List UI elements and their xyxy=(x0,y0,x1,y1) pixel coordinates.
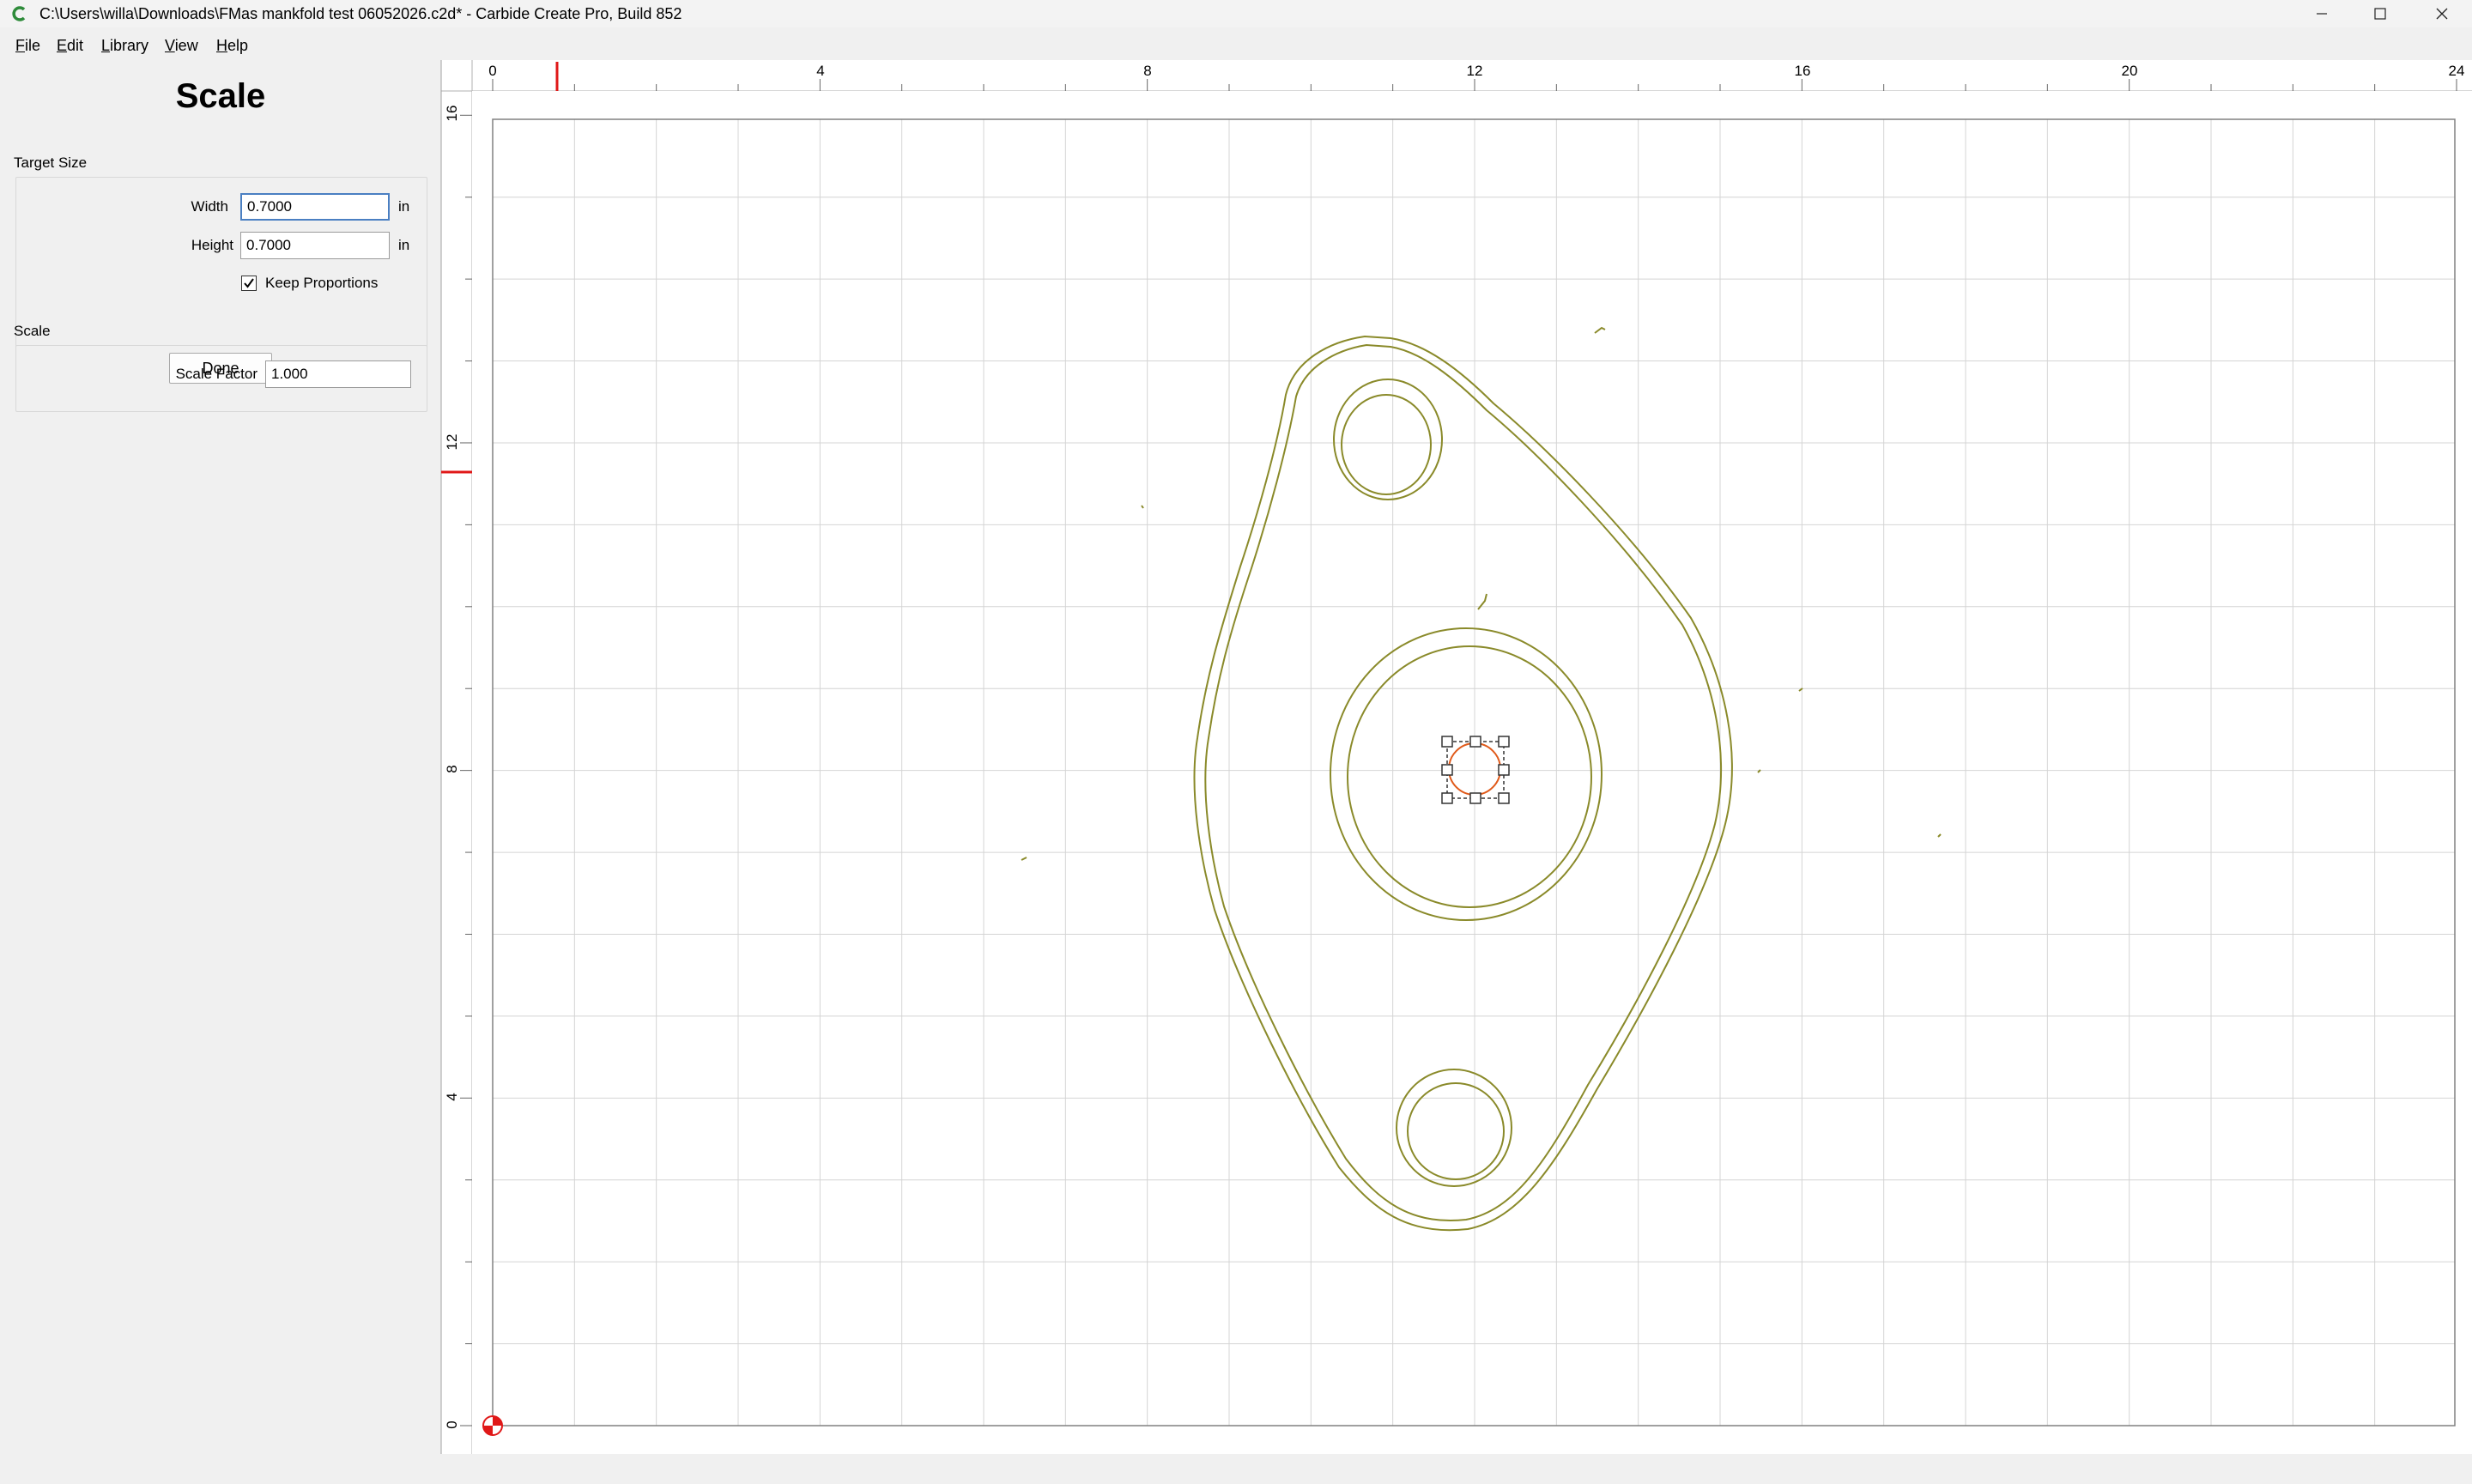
top-ruler-label: 12 xyxy=(1467,63,1483,79)
window-title: C:\Users\willa\Downloads\FMas mankfold t… xyxy=(39,5,682,22)
minimize-icon xyxy=(2317,13,2327,15)
width-input[interactable] xyxy=(240,193,390,221)
scale-factor-input[interactable] xyxy=(265,360,411,388)
title-bar: C:\Users\willa\Downloads\FMas mankfold t… xyxy=(0,0,2472,27)
resize-handle[interactable] xyxy=(1469,792,1481,804)
origin-marker-icon xyxy=(482,1415,503,1436)
left-ruler-label: 0 xyxy=(444,1420,460,1428)
resize-handle[interactable] xyxy=(1498,736,1510,748)
width-label: Width xyxy=(191,198,228,215)
top-ruler-label: 16 xyxy=(1795,63,1811,79)
resize-handle[interactable] xyxy=(1498,792,1510,804)
minimize-button[interactable] xyxy=(2293,0,2350,27)
close-button[interactable] xyxy=(2414,0,2470,27)
close-icon xyxy=(2436,8,2448,20)
height-unit: in xyxy=(398,237,410,253)
status-strip xyxy=(441,1454,2472,1484)
menu-view[interactable]: View xyxy=(161,33,202,58)
maximize-icon xyxy=(2374,8,2386,20)
menu-bar: File Edit Library View Help xyxy=(0,33,429,58)
left-ruler-label: 8 xyxy=(444,765,460,772)
menu-help[interactable]: Help xyxy=(213,33,251,58)
resize-handle[interactable] xyxy=(1441,736,1453,748)
height-label: Height xyxy=(191,237,233,253)
resize-handle[interactable] xyxy=(1441,792,1453,804)
carbide-create-app-icon xyxy=(12,6,26,21)
keep-proportions-label[interactable]: Keep Proportions xyxy=(265,275,378,292)
menu-file[interactable]: File xyxy=(12,33,44,58)
scale-panel: Scale Target Size Scale xyxy=(0,60,441,1484)
menu-library[interactable]: Library xyxy=(98,33,152,58)
scale-factor-label: Scale Factor xyxy=(175,366,258,382)
checkmark-icon xyxy=(244,278,254,288)
top-ruler xyxy=(441,60,2472,91)
target-size-label: Target Size xyxy=(14,154,88,171)
left-ruler-label: 4 xyxy=(444,1093,460,1100)
keep-proportions-checkbox[interactable] xyxy=(241,276,257,291)
top-ruler-label: 4 xyxy=(816,63,824,79)
menu-edit[interactable]: Edit xyxy=(53,33,87,58)
top-ruler-label: 24 xyxy=(2449,63,2465,79)
panel-title: Scale xyxy=(175,77,266,115)
top-ruler-label: 20 xyxy=(2122,63,2138,79)
resize-handle[interactable] xyxy=(1498,764,1510,776)
left-ruler xyxy=(441,60,472,1454)
height-input[interactable] xyxy=(240,232,390,259)
maximize-button[interactable] xyxy=(2352,0,2408,27)
width-unit: in xyxy=(398,198,410,215)
left-ruler-label: 12 xyxy=(444,434,460,451)
left-ruler-label: 16 xyxy=(444,106,460,122)
canvas-background xyxy=(472,91,2472,1454)
resize-handle[interactable] xyxy=(1469,736,1481,748)
scale-section-label: Scale xyxy=(14,323,51,339)
resize-handle[interactable] xyxy=(1441,764,1453,776)
top-ruler-label: 8 xyxy=(1143,63,1151,79)
top-ruler-label: 0 xyxy=(488,63,496,79)
